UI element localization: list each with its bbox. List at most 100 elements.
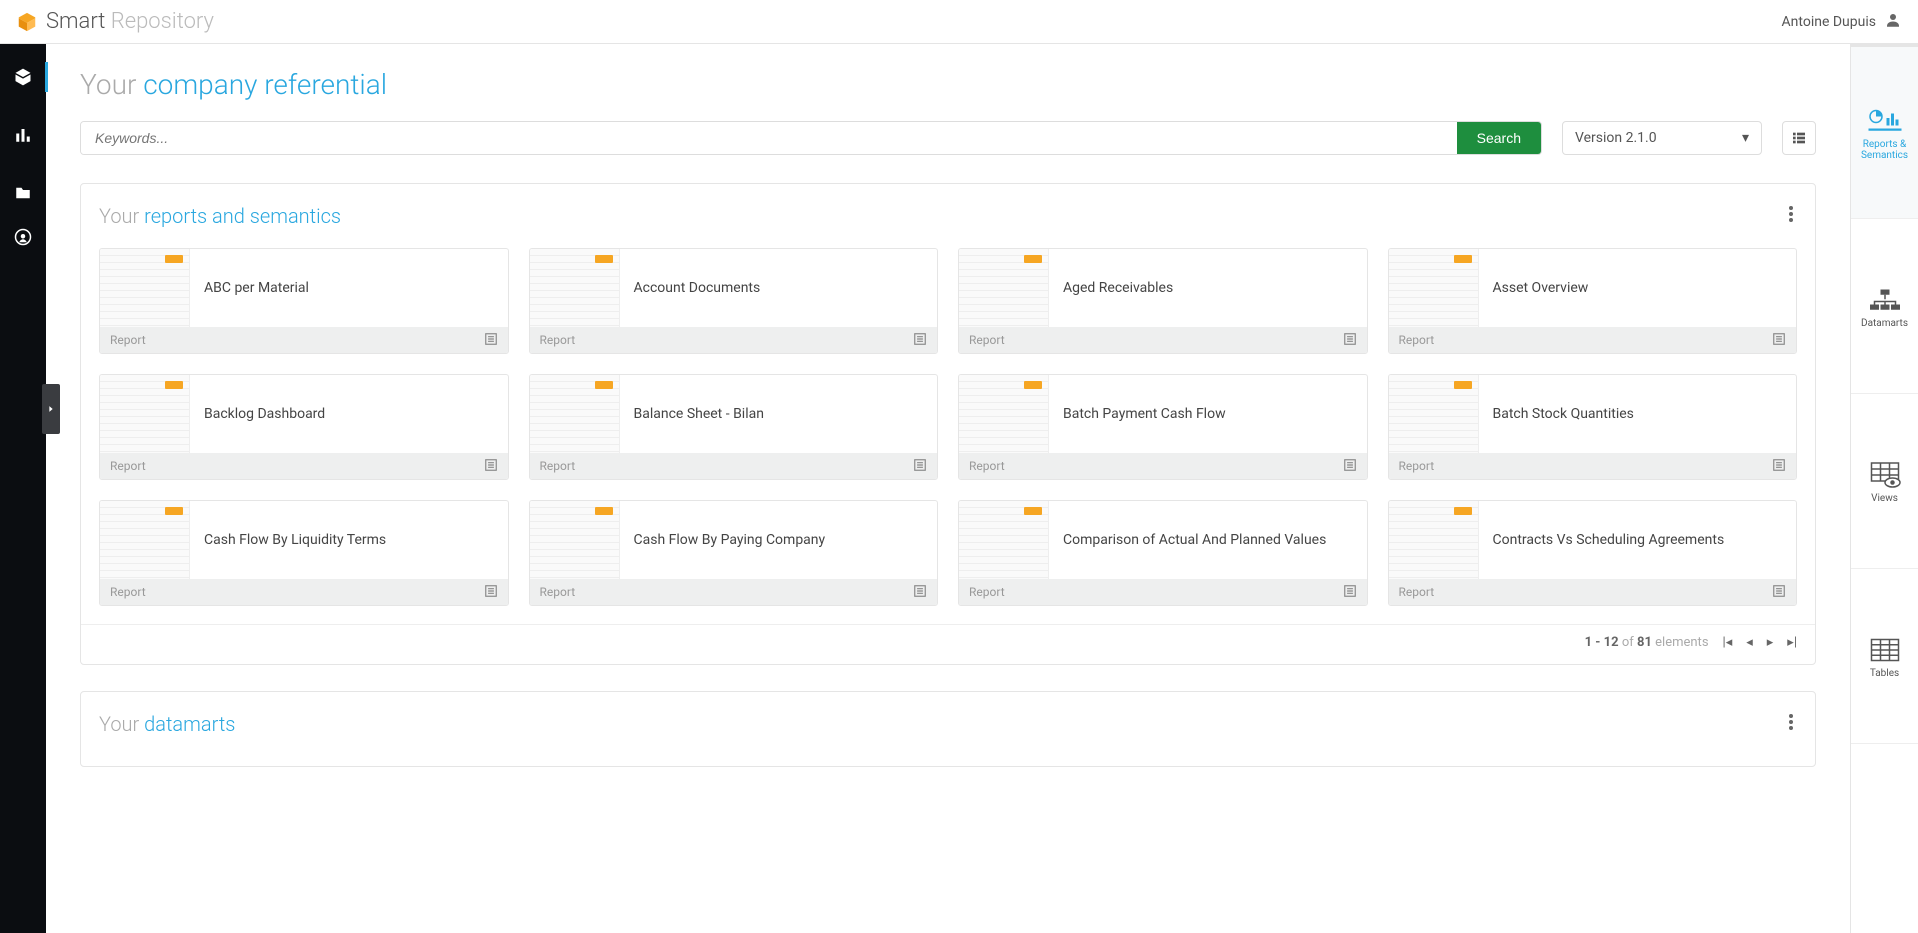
- views-icon: [1867, 461, 1903, 489]
- user-area[interactable]: Antoine Dupuis: [1782, 11, 1902, 33]
- report-thumbnail: [100, 501, 190, 579]
- report-card[interactable]: Batch Stock Quantities Report: [1388, 374, 1798, 480]
- report-footer: Report: [1389, 327, 1797, 353]
- brand-part1: Smart: [46, 9, 105, 34]
- report-thumbnail: [959, 501, 1049, 579]
- report-card[interactable]: Batch Payment Cash Flow Report: [958, 374, 1368, 480]
- user-icon: [1884, 11, 1902, 33]
- report-type-label: Report: [969, 459, 1005, 473]
- report-thumbnail: [100, 249, 190, 327]
- pagination-text: 1 - 12 of 81 elements: [1585, 635, 1709, 650]
- report-type-label: Report: [110, 459, 146, 473]
- report-card[interactable]: Aged Receivables Report: [958, 248, 1368, 354]
- report-card[interactable]: Backlog Dashboard Report: [99, 374, 509, 480]
- rightnav-datamarts[interactable]: Datamarts: [1851, 219, 1918, 394]
- page-first-button[interactable]: |◂: [1723, 635, 1733, 650]
- page-next-button[interactable]: ▸: [1767, 635, 1774, 650]
- report-title: Cash Flow By Liquidity Terms: [190, 531, 508, 549]
- datamarts-title: Your datamarts: [99, 712, 235, 736]
- search-group: Search: [80, 121, 1542, 155]
- reports-grid: ABC per Material Report Account Document…: [99, 248, 1797, 606]
- report-footer: Report: [530, 453, 938, 479]
- cube-logo-icon: [16, 11, 38, 33]
- reports-header: Your reports and semantics: [99, 202, 1797, 230]
- datamart-icon: [1867, 286, 1903, 314]
- report-title: Comparison of Actual And Planned Values: [1049, 531, 1367, 549]
- top-header: Smart Repository Antoine Dupuis: [0, 0, 1918, 44]
- tables-icon: [1867, 636, 1903, 664]
- brand-text: Smart Repository: [46, 9, 214, 34]
- brand: Smart Repository: [16, 9, 214, 34]
- main-content: Your company referential Search Version …: [46, 44, 1850, 933]
- list-icon: [1343, 332, 1357, 349]
- reports-title-accent: reports and semantics: [144, 204, 341, 228]
- datamarts-title-prefix: Your: [99, 712, 144, 736]
- report-thumbnail: [1389, 501, 1479, 579]
- report-thumbnail: [1389, 249, 1479, 327]
- page-title-prefix: Your: [80, 68, 143, 101]
- report-card[interactable]: Asset Overview Report: [1388, 248, 1798, 354]
- report-type-label: Report: [1399, 459, 1435, 473]
- report-footer: Report: [1389, 579, 1797, 605]
- report-card[interactable]: Comparison of Actual And Planned Values …: [958, 500, 1368, 606]
- rightnav-tables[interactable]: Tables: [1851, 569, 1918, 744]
- report-card[interactable]: Cash Flow By Paying Company Report: [529, 500, 939, 606]
- pg-range: 1 - 12: [1585, 635, 1619, 650]
- rightnav-label: Views: [1871, 493, 1898, 504]
- left-nav: [0, 44, 46, 933]
- report-thumbnail: [530, 249, 620, 327]
- reports-title: Your reports and semantics: [99, 204, 341, 228]
- report-type-label: Report: [1399, 333, 1435, 347]
- report-card[interactable]: ABC per Material Report: [99, 248, 509, 354]
- expand-nav-button[interactable]: [42, 384, 60, 434]
- report-footer: Report: [1389, 453, 1797, 479]
- page-prev-button[interactable]: ◂: [1746, 635, 1753, 650]
- rightnav-label: Datamarts: [1861, 318, 1908, 329]
- nav-folder[interactable]: [0, 178, 46, 208]
- brand-part2: Repository: [111, 9, 214, 34]
- report-type-label: Report: [110, 585, 146, 599]
- report-title: Batch Payment Cash Flow: [1049, 405, 1367, 423]
- page-last-button[interactable]: ▸|: [1787, 635, 1797, 650]
- pg-suffix: elements: [1655, 635, 1708, 650]
- list-icon: [1772, 458, 1786, 475]
- rightnav-reports-semantics[interactable]: Reports & Semantics: [1851, 44, 1918, 219]
- search-input[interactable]: [81, 122, 1457, 154]
- list-icon: [913, 332, 927, 349]
- report-title: ABC per Material: [190, 279, 508, 297]
- list-icon: [1772, 332, 1786, 349]
- list-icon: [1772, 584, 1786, 601]
- list-icon: [1343, 584, 1357, 601]
- reports-pagination: 1 - 12 of 81 elements |◂ ◂ ▸ ▸|: [99, 625, 1797, 654]
- version-select[interactable]: Version 2.1.0 ▾: [1562, 121, 1762, 155]
- nav-help[interactable]: [0, 222, 46, 252]
- rightnav-views[interactable]: Views: [1851, 394, 1918, 569]
- datamarts-title-accent: datamarts: [144, 712, 235, 736]
- pg-total: 81: [1637, 635, 1652, 650]
- datamarts-menu-button[interactable]: [1785, 710, 1797, 738]
- rightnav-label: Reports & Semantics: [1853, 139, 1917, 161]
- report-thumbnail: [959, 375, 1049, 453]
- report-title: Balance Sheet - Bilan: [620, 405, 938, 423]
- search-button[interactable]: Search: [1457, 122, 1541, 154]
- report-footer: Report: [100, 453, 508, 479]
- report-type-label: Report: [540, 585, 576, 599]
- nav-cube[interactable]: [0, 62, 46, 92]
- report-title: Batch Stock Quantities: [1479, 405, 1797, 423]
- reports-menu-button[interactable]: [1785, 202, 1797, 230]
- report-title: Aged Receivables: [1049, 279, 1367, 297]
- version-label: Version 2.1.0: [1575, 130, 1657, 146]
- report-card[interactable]: Cash Flow By Liquidity Terms Report: [99, 500, 509, 606]
- report-type-label: Report: [540, 333, 576, 347]
- list-icon: [484, 458, 498, 475]
- report-footer: Report: [100, 579, 508, 605]
- nav-chart[interactable]: [0, 120, 46, 150]
- report-card[interactable]: Contracts Vs Scheduling Agreements Repor…: [1388, 500, 1798, 606]
- report-card[interactable]: Account Documents Report: [529, 248, 939, 354]
- page-title: Your company referential: [80, 68, 1816, 101]
- report-card[interactable]: Balance Sheet - Bilan Report: [529, 374, 939, 480]
- report-footer: Report: [959, 327, 1367, 353]
- report-title: Cash Flow By Paying Company: [620, 531, 938, 549]
- view-toggle-button[interactable]: [1782, 121, 1816, 155]
- report-title: Backlog Dashboard: [190, 405, 508, 423]
